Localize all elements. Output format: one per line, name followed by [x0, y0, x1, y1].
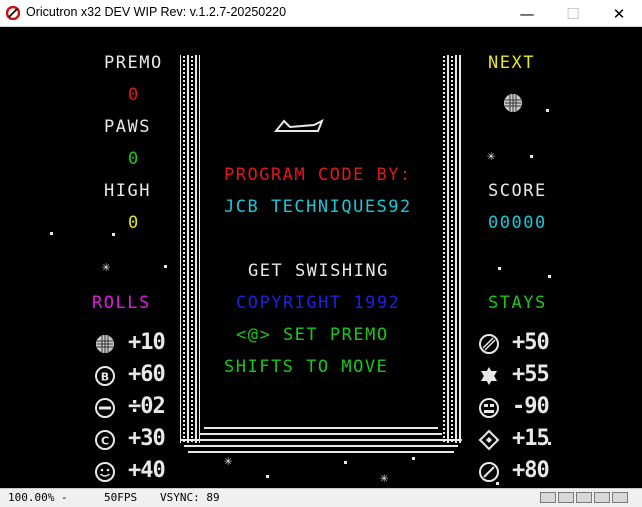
rolls-label: ROLLS	[92, 293, 151, 313]
star-dot	[546, 109, 549, 112]
stay-value-4: +15	[512, 426, 550, 451]
oricutron-app-icon	[6, 6, 20, 20]
svg-text:C: C	[101, 435, 109, 448]
star-dot	[112, 233, 115, 236]
status-bar: 100.00% - 50FPS VSYNC: 89	[0, 488, 642, 507]
stay-value-3: -90	[512, 394, 550, 419]
window-title: Oricutron x32 DEV WIP Rev: v.1.2.7-20250…	[26, 5, 287, 19]
disk-icon[interactable]	[558, 492, 574, 503]
close-button[interactable]: ✕	[596, 0, 642, 27]
paddle-icon	[273, 118, 324, 132]
star-dot	[496, 482, 499, 485]
star-dot	[164, 265, 167, 268]
drive-icon[interactable]	[576, 492, 592, 503]
credits-heading: PROGRAM CODE BY:	[224, 165, 412, 185]
maximize-button[interactable]: ☐	[550, 0, 596, 27]
close-icon: ✕	[612, 4, 626, 23]
stay-value-2: +55	[512, 362, 550, 387]
credits-name: JCB TECHNIQUES92	[224, 197, 412, 217]
minimize-button[interactable]: —	[504, 0, 550, 27]
letter-c-ball-icon: C	[95, 430, 115, 450]
sparkle-icon: ✳	[380, 470, 390, 486]
roll-value-2: +60	[128, 362, 166, 387]
striped-ball-icon	[479, 334, 499, 354]
star-dot	[412, 457, 415, 460]
premo-value: 0	[128, 85, 140, 105]
zoom-status: 100.00% -	[8, 491, 68, 504]
star-dot	[344, 461, 347, 464]
minus-ball-icon	[95, 398, 115, 418]
paws-value: 0	[128, 149, 140, 169]
star-dot	[50, 232, 53, 235]
star-dot	[548, 442, 551, 445]
next-disco-ball-icon	[504, 94, 522, 112]
roll-value-3: ÷02	[128, 394, 166, 419]
next-label: NEXT	[488, 53, 535, 73]
star-dot	[548, 275, 551, 278]
maximize-icon: ☐	[566, 4, 580, 23]
high-label: HIGH	[104, 181, 151, 201]
diamond-icon	[478, 429, 500, 451]
smiley-ball-icon	[95, 462, 115, 482]
window-title-bar[interactable]: Oricutron x32 DEV WIP Rev: v.1.2.7-20250…	[0, 0, 642, 27]
face-ball-icon	[479, 398, 499, 418]
paws-label: PAWS	[104, 117, 151, 137]
stays-label: STAYS	[488, 293, 547, 313]
roll-value-5: +40	[128, 458, 166, 483]
printer-icon[interactable]	[612, 492, 628, 503]
sparkle-icon: ✳	[487, 148, 497, 164]
minimize-icon: —	[519, 4, 535, 23]
stay-value-1: +50	[512, 330, 550, 355]
sparkle-icon: ✳	[102, 259, 112, 275]
fps-status: 50FPS	[104, 491, 138, 504]
set-premo-instruction: <@> SET PREMO	[236, 325, 389, 345]
star-dot	[530, 155, 533, 158]
high-value: 0	[128, 213, 140, 233]
star-of-david-icon	[481, 367, 497, 385]
premo-label: PREMO	[104, 53, 163, 73]
star-dot	[266, 475, 269, 478]
drive-icon[interactable]	[594, 492, 610, 503]
game-title: GET SWISHING	[248, 261, 389, 281]
roll-value-1: +10	[128, 330, 166, 355]
vsync-status: VSYNC: 89	[160, 491, 220, 504]
score-value: 00000	[488, 213, 547, 233]
score-label: SCORE	[488, 181, 547, 201]
svg-text:B: B	[101, 371, 109, 384]
tape-icon[interactable]	[540, 492, 556, 503]
letter-b-ball-icon: B	[95, 366, 115, 386]
disco-ball-icon	[96, 335, 114, 353]
slash-ball-icon	[479, 462, 499, 482]
sparkle-icon: ✳	[224, 453, 234, 469]
roll-value-4: +30	[128, 426, 166, 451]
emulator-screen[interactable]: PREMO 0 PAWS 0 HIGH 0 ROLLS +10 B +60 ÷0…	[0, 27, 642, 488]
stay-value-5: +80	[512, 458, 550, 483]
move-instruction: SHIFTS TO MOVE	[224, 357, 389, 377]
star-dot	[498, 267, 501, 270]
copyright-text: COPYRIGHT 1992	[236, 293, 401, 313]
